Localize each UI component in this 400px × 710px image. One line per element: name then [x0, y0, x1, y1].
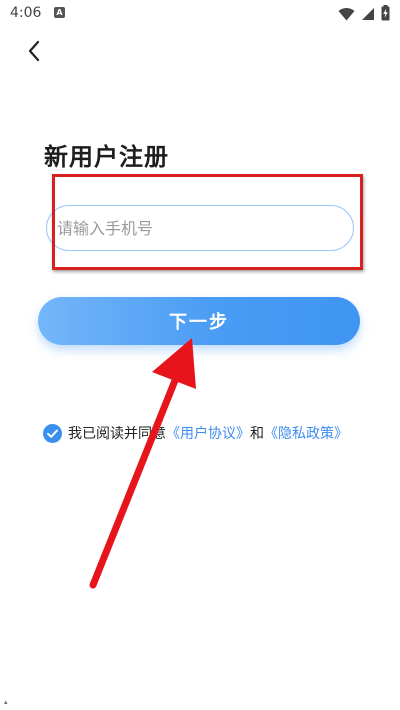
chevron-left-icon — [28, 40, 40, 62]
status-icons — [338, 5, 390, 25]
next-button[interactable]: 下一步 — [38, 297, 360, 345]
wifi-icon — [338, 6, 355, 25]
status-bar: 4:06 A — [0, 0, 400, 28]
agreement-conjunction: 和 — [250, 426, 264, 442]
back-button[interactable] — [20, 36, 50, 66]
agreement-row: 我已阅读并同意 《用户协议》 和 《隐私政策》 — [43, 423, 348, 443]
phone-input[interactable] — [47, 206, 353, 250]
status-time: 4:06 — [10, 5, 42, 21]
privacy-policy-link[interactable]: 《隐私政策》 — [264, 423, 348, 443]
agreement-checkbox[interactable] — [43, 423, 62, 443]
page-title: 新用户注册 — [44, 143, 169, 171]
corner-mark: ▴ — [4, 698, 8, 706]
agreement-prefix: 我已阅读并同意 — [68, 426, 166, 442]
signal-icon — [361, 6, 375, 25]
phone-input-container — [46, 205, 354, 251]
battery-charging-icon — [381, 5, 390, 25]
a-badge-icon: A — [54, 7, 65, 18]
user-agreement-link[interactable]: 《用户协议》 — [166, 423, 250, 443]
checkmark-icon — [47, 429, 58, 438]
arrow-annotation — [89, 338, 196, 589]
